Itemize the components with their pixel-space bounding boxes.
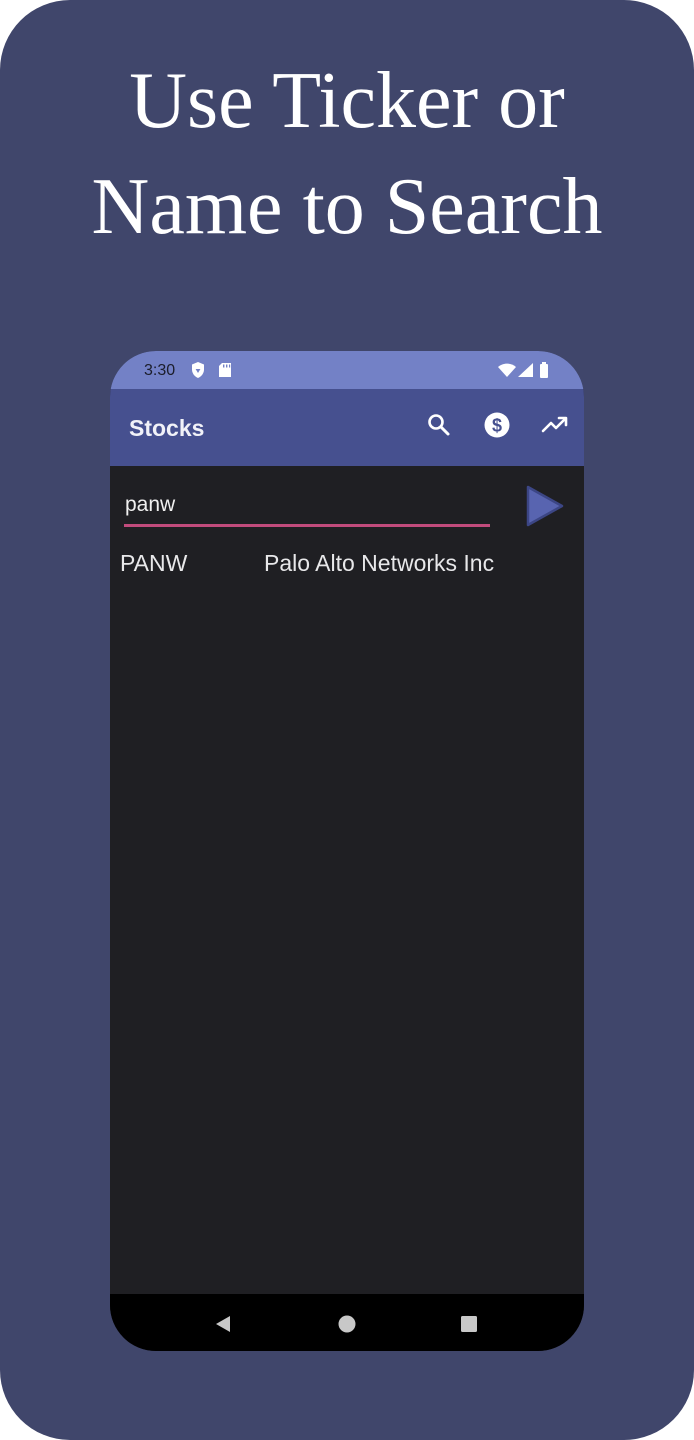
dollar-icon[interactable]: $ — [482, 410, 512, 440]
sd-card-icon — [219, 363, 231, 377]
signal-icon — [518, 363, 533, 377]
result-row[interactable]: PANW Palo Alto Networks Inc — [110, 542, 584, 582]
phone-screen: 3:30 Stocks $ panw PANW Palo Alto Networ… — [110, 351, 584, 1351]
result-company-name: Palo Alto Networks Inc — [264, 550, 495, 576]
result-ticker: PANW — [120, 550, 188, 576]
promo-headline: Use Ticker or Name to Search — [0, 48, 694, 260]
status-bar: 3:30 — [110, 351, 584, 389]
headline-line-2: Name to Search — [91, 163, 603, 251]
play-arrow-icon[interactable] — [524, 484, 566, 528]
search-screen: panw PANW Palo Alto Networks Inc — [110, 466, 584, 1294]
trending-up-icon[interactable] — [540, 410, 570, 440]
svg-text:$: $ — [492, 416, 502, 436]
home-icon[interactable] — [336, 1313, 358, 1335]
headline-line-1: Use Ticker or — [129, 57, 565, 145]
search-input-value[interactable]: panw — [125, 493, 175, 517]
wifi-icon — [498, 363, 516, 377]
search-icon[interactable] — [424, 410, 454, 440]
battery-icon — [540, 362, 548, 378]
recents-icon[interactable] — [458, 1313, 480, 1335]
status-time: 3:30 — [144, 362, 176, 379]
back-icon[interactable] — [212, 1313, 234, 1335]
system-nav-bar — [110, 1294, 584, 1351]
app-title: Stocks — [129, 415, 205, 441]
search-input-underline — [124, 524, 490, 527]
shield-icon — [192, 362, 204, 378]
promo-card: Use Ticker or Name to Search 3:30 Stocks… — [0, 0, 694, 1440]
app-bar: Stocks $ — [110, 389, 584, 466]
